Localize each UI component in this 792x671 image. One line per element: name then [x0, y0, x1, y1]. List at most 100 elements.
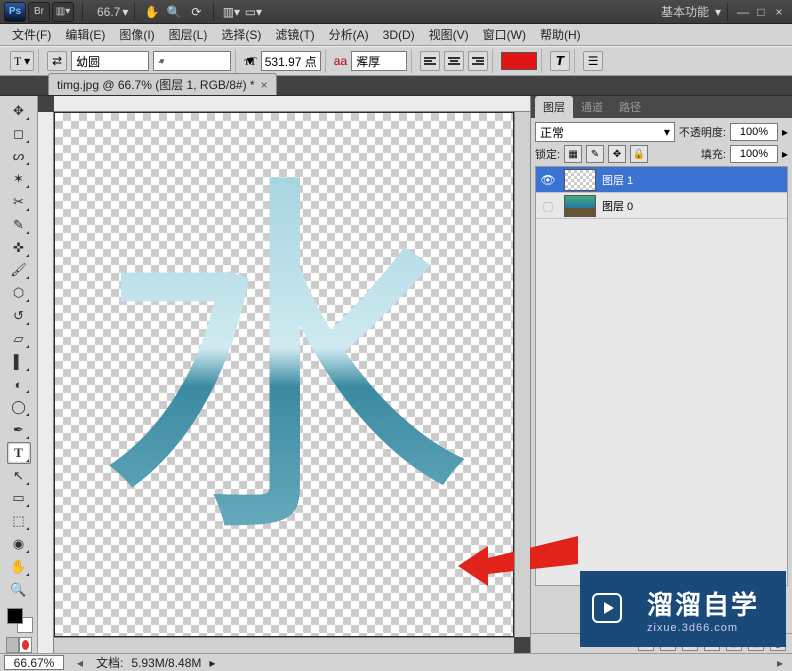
lasso-tool[interactable]: ᔕ — [7, 146, 31, 168]
fg-bg-colors[interactable] — [5, 606, 33, 634]
menu-window[interactable]: 窗口(W) — [477, 24, 532, 45]
font-size-field[interactable]: 531.97 点 — [261, 51, 321, 71]
shape-tool[interactable]: ▭ — [7, 488, 31, 510]
text-orientation-icon[interactable]: ⇄ — [47, 51, 67, 71]
fill-slider-icon[interactable]: ▸ — [782, 147, 788, 161]
bridge-app-icon[interactable]: Br — [28, 2, 50, 22]
warp-text-button[interactable]: 𝙏 — [550, 51, 570, 71]
lock-pixels-icon[interactable]: ✎ — [586, 145, 604, 163]
align-center-button[interactable] — [444, 51, 464, 71]
3d-camera-tool[interactable]: ◉ — [7, 533, 31, 555]
lock-transparency-icon[interactable]: ▦ — [564, 145, 582, 163]
watermark-url: zixue.3d66.com — [647, 622, 759, 634]
panel-tabs: 图层 通道 路径 — [531, 96, 792, 118]
tab-layers[interactable]: 图层 — [535, 96, 573, 118]
document-tab[interactable]: timg.jpg @ 66.7% (图层 1, RGB/8#) * × — [48, 73, 277, 95]
layers-list: 👁 图层 1 ▢ 图层 0 — [535, 166, 788, 586]
hand-tool[interactable]: ✋ — [7, 556, 31, 578]
menu-3d[interactable]: 3D(D) — [377, 26, 421, 44]
zoom-tool[interactable]: 🔍 — [7, 579, 31, 601]
character-panel-button[interactable]: ☰ — [583, 51, 603, 71]
window-restore-icon[interactable]: □ — [752, 5, 770, 19]
menu-select[interactable]: 选择(S) — [215, 24, 267, 45]
healing-tool[interactable]: ✜ — [7, 237, 31, 259]
scrollbar-horizontal[interactable] — [54, 637, 514, 653]
document-tab-title: timg.jpg @ 66.7% (图层 1, RGB/8#) * — [57, 76, 255, 93]
window-minimize-icon[interactable]: — — [734, 5, 752, 19]
visibility-icon[interactable]: 👁 — [536, 173, 560, 187]
tab-channels[interactable]: 通道 — [573, 96, 611, 118]
close-tab-icon[interactable]: × — [261, 78, 268, 92]
layer-thumbnail[interactable] — [564, 195, 596, 217]
eyedropper-tool[interactable]: ✎ — [7, 214, 31, 236]
lock-position-icon[interactable]: ✥ — [608, 145, 626, 163]
ruler-horizontal[interactable] — [54, 96, 530, 112]
layer-row[interactable]: 👁 图层 1 — [536, 167, 787, 193]
path-select-tool[interactable]: ↖ — [7, 465, 31, 487]
layer-name[interactable]: 图层 1 — [600, 172, 633, 188]
menu-filter[interactable]: 滤镜(T) — [269, 24, 320, 45]
rotate-view-icon[interactable]: ⟳ — [185, 2, 207, 22]
pen-tool[interactable]: ✒ — [7, 419, 31, 441]
eraser-tool[interactable]: ▱ — [7, 328, 31, 350]
quick-select-tool[interactable]: ✶ — [7, 168, 31, 190]
opacity-field[interactable]: 100% — [730, 123, 778, 141]
zoom-dropdown-icon[interactable]: ▾ — [122, 5, 128, 19]
minibridge-icon[interactable]: ▥▾ — [52, 2, 74, 22]
move-tool[interactable]: ✥ — [7, 100, 31, 122]
status-dropdown-icon[interactable]: ▸ — [209, 656, 215, 670]
tool-preset-icon[interactable]: T ▾ — [10, 51, 34, 71]
menu-view[interactable]: 视图(V) — [423, 24, 475, 45]
workspace-dropdown-icon[interactable]: ▾ — [715, 5, 721, 19]
type-tool[interactable]: T — [7, 442, 31, 464]
canvas-text-glyph: 水 — [94, 177, 474, 557]
status-right-icon[interactable]: ▸ — [772, 656, 788, 670]
stamp-tool[interactable]: ⬡ — [7, 282, 31, 304]
gradient-tool[interactable]: ▌ — [7, 351, 31, 373]
layer-thumbnail[interactable] — [564, 169, 596, 191]
quick-mask-toggle[interactable] — [6, 637, 32, 653]
fill-field[interactable]: 100% — [730, 145, 778, 163]
canvas[interactable]: 水 — [54, 112, 514, 637]
font-family-dropdown[interactable]: 幼圆▼ — [71, 51, 149, 71]
3d-tool[interactable]: ⬚ — [7, 510, 31, 532]
toolbox: ✥ ◻ ᔕ ✶ ✂ ✎ ✜ 🖌 ⬡ ↺ ▱ ▌ ◐ ◯ ✒ T ↖ ▭ ⬚ ◉ … — [0, 96, 38, 653]
tab-paths[interactable]: 路径 — [611, 96, 649, 118]
menu-layer[interactable]: 图层(L) — [163, 24, 214, 45]
lock-all-icon[interactable]: 🔒 — [630, 145, 648, 163]
align-left-button[interactable] — [420, 51, 440, 71]
scrollbar-vertical[interactable] — [514, 112, 530, 637]
layer-row[interactable]: ▢ 图层 0 — [536, 193, 787, 219]
main-area: ✥ ◻ ᔕ ✶ ✂ ✎ ✜ 🖌 ⬡ ↺ ▱ ▌ ◐ ◯ ✒ T ↖ ▭ ⬚ ◉ … — [0, 96, 792, 653]
blend-mode-dropdown[interactable]: 正常▾ — [535, 122, 675, 142]
menu-file[interactable]: 文件(F) — [6, 24, 57, 45]
dodge-tool[interactable]: ◯ — [7, 396, 31, 418]
status-zoom-field[interactable]: 66.67% — [4, 655, 64, 670]
align-right-button[interactable] — [468, 51, 488, 71]
layer-name[interactable]: 图层 0 — [600, 198, 633, 214]
hand-tool-icon[interactable]: ✋ — [141, 2, 163, 22]
opacity-slider-icon[interactable]: ▸ — [782, 125, 788, 139]
zoom-tool-icon[interactable]: 🔍 — [163, 2, 185, 22]
menu-edit[interactable]: 编辑(E) — [59, 24, 111, 45]
brush-tool[interactable]: 🖌 — [7, 260, 31, 282]
blur-tool[interactable]: ◐ — [7, 374, 31, 396]
history-brush-tool[interactable]: ↺ — [7, 305, 31, 327]
ruler-vertical[interactable] — [38, 112, 54, 653]
watermark-title: 溜溜自学 — [647, 585, 759, 622]
crop-tool[interactable]: ✂ — [7, 191, 31, 213]
visibility-icon[interactable]: ▢ — [536, 199, 560, 213]
arrange-docs-icon[interactable]: ▥▾ — [220, 2, 242, 22]
font-style-dropdown[interactable]: -▼ — [153, 51, 231, 71]
menu-analysis[interactable]: 分析(A) — [323, 24, 375, 45]
status-left-icon[interactable]: ◂ — [72, 656, 88, 670]
workspace-switcher[interactable]: 基本功能 — [655, 3, 715, 20]
menu-image[interactable]: 图像(I) — [113, 24, 160, 45]
window-close-icon[interactable]: × — [770, 5, 788, 19]
text-color-swatch[interactable] — [501, 52, 537, 70]
menu-help[interactable]: 帮助(H) — [534, 24, 587, 45]
screen-mode-icon[interactable]: ▭▾ — [242, 2, 264, 22]
marquee-tool[interactable]: ◻ — [7, 123, 31, 145]
antialias-dropdown[interactable]: 浑厚▼ — [351, 51, 407, 71]
ps-app-icon[interactable]: Ps — [4, 2, 26, 22]
